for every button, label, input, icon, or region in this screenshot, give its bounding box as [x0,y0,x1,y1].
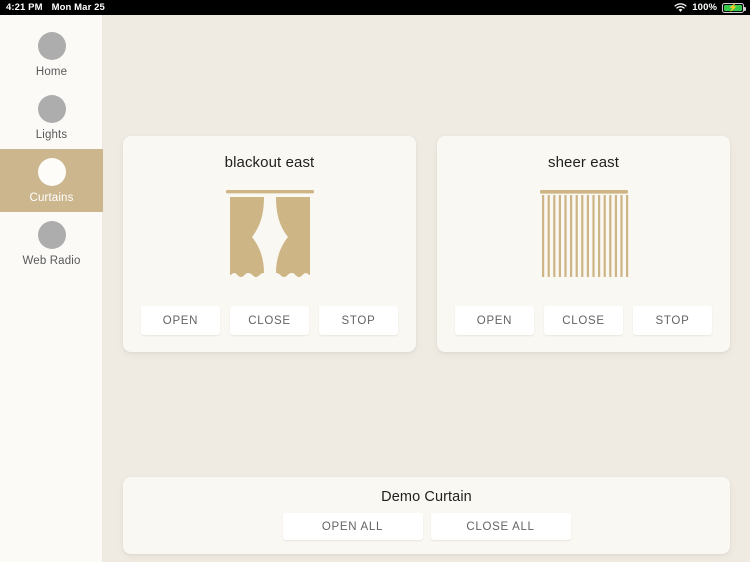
stop-button[interactable]: STOP [319,306,398,335]
app-root: 4:21 PM Mon Mar 25 100% ⚡ Home Ligh [0,0,750,562]
card-title: sheer east [548,154,619,171]
status-date: Mon Mar 25 [52,2,105,13]
sidebar-item-label: Home [36,66,67,78]
group-title: Demo Curtain [381,489,472,505]
card-button-row: OPEN CLOSE STOP [454,306,713,335]
battery-percent: 100% [692,2,717,13]
sidebar-item-lights[interactable]: Lights [0,86,103,149]
sidebar-item-label: Lights [36,129,68,141]
status-bar-left: 4:21 PM Mon Mar 25 [6,2,105,13]
wifi-icon [674,3,687,13]
status-bar: 4:21 PM Mon Mar 25 100% ⚡ [0,0,750,15]
group-button-row: OPEN ALL CLOSE ALL [283,513,571,540]
group-control-card: Demo Curtain OPEN ALL CLOSE ALL [123,477,730,554]
circle-icon [38,32,66,60]
card-title: blackout east [225,154,315,171]
battery-charging-icon: ⚡ [722,3,744,13]
close-button[interactable]: CLOSE [230,306,309,335]
open-button[interactable]: OPEN [141,306,220,335]
curtain-card-sheer-east: sheer east [437,136,730,352]
circle-icon [38,95,66,123]
sidebar-item-web-radio[interactable]: Web Radio [0,212,103,275]
circle-icon [38,221,66,249]
status-bar-right: 100% ⚡ [674,2,744,13]
curtain-card-row: blackout east OPEN CLOSE STOP sheer east [123,136,730,352]
curtain-drapes-icon [214,185,326,290]
sidebar-item-label: Curtains [29,192,73,204]
sidebar-item-home[interactable]: Home [0,23,103,86]
sidebar-item-curtains[interactable]: Curtains [0,149,103,212]
sidebar-item-label: Web Radio [22,255,80,267]
curtain-card-blackout-east: blackout east OPEN CLOSE STOP [123,136,416,352]
open-button[interactable]: OPEN [455,306,534,335]
sidebar: Home Lights Curtains Web Radio [0,15,103,562]
sheer-blinds-icon [528,185,640,290]
close-all-button[interactable]: CLOSE ALL [431,513,571,540]
circle-icon [38,158,66,186]
main-content: blackout east OPEN CLOSE STOP sheer east [103,15,750,562]
card-button-row: OPEN CLOSE STOP [140,306,399,335]
stop-button[interactable]: STOP [633,306,712,335]
close-button[interactable]: CLOSE [544,306,623,335]
status-time: 4:21 PM [6,2,43,13]
open-all-button[interactable]: OPEN ALL [283,513,423,540]
